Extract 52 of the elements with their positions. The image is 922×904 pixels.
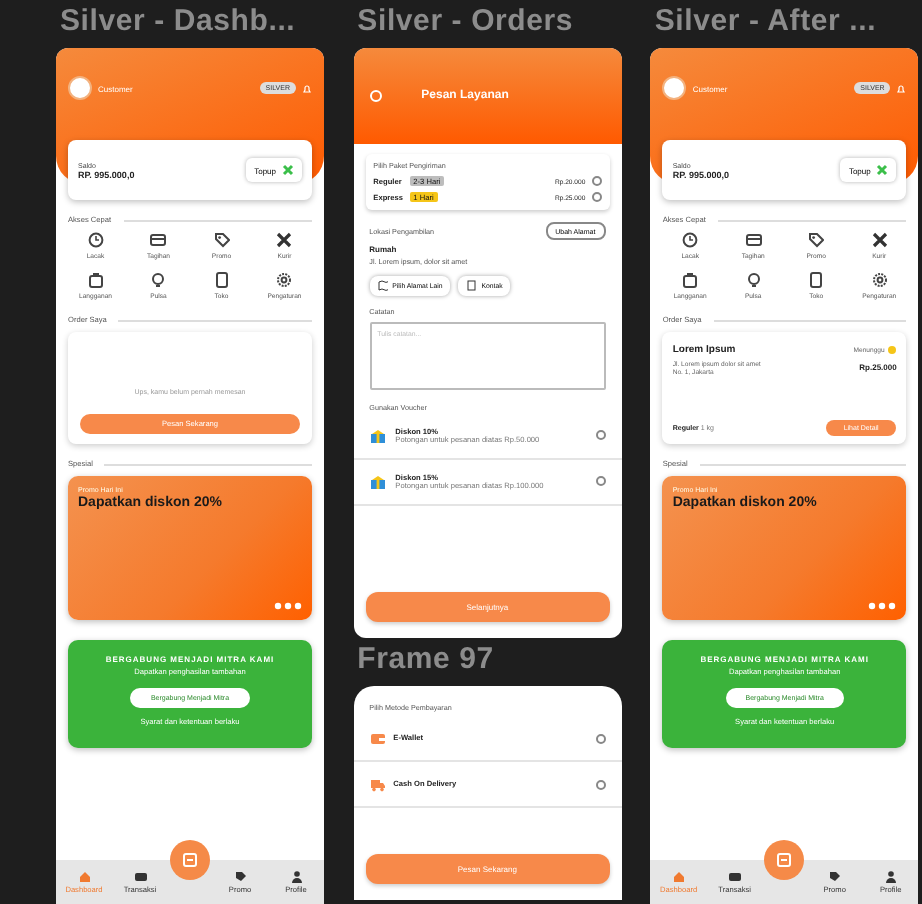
carousel-dots-icon (868, 602, 897, 610)
avatar-icon (662, 76, 687, 100)
cross-icon (276, 232, 293, 248)
carousel-dots-icon (274, 602, 302, 610)
radio-button[interactable] (595, 476, 606, 486)
radio-button[interactable] (591, 176, 602, 186)
phone-icon (808, 272, 825, 288)
clock-icon (682, 232, 699, 248)
tag-icon (233, 870, 247, 884)
card-icon (745, 232, 762, 248)
clock-icon (87, 232, 104, 248)
wallet-icon (727, 870, 742, 884)
gift-icon (369, 473, 386, 489)
bulb-icon (150, 272, 167, 288)
tag-icon (213, 232, 230, 248)
home-icon (77, 870, 91, 884)
person-icon (289, 870, 303, 884)
avatar-icon (68, 76, 92, 100)
wallet-icon (369, 731, 386, 745)
radio-button[interactable] (591, 192, 602, 202)
bell-icon (302, 83, 312, 93)
scan-icon (776, 852, 793, 868)
home-icon (671, 870, 686, 884)
radio-button[interactable] (595, 779, 606, 789)
bag-icon (87, 272, 104, 288)
bulb-icon (745, 272, 762, 288)
wallet-icon (133, 870, 147, 884)
bag-icon (682, 272, 699, 288)
frame-title: Frame 97 (355, 640, 496, 680)
scan-button[interactable] (764, 840, 805, 880)
scan-button[interactable] (170, 840, 210, 880)
gift-icon (369, 427, 386, 443)
card-icon (150, 232, 167, 248)
radio-button[interactable] (595, 733, 606, 743)
settings-icon (871, 272, 888, 288)
bell-icon (896, 83, 907, 93)
frame-title: Silver - After ... (652, 2, 879, 42)
back-button[interactable] (369, 90, 382, 102)
radio-button[interactable] (595, 430, 606, 440)
cross-icon (282, 164, 294, 176)
frame-title: Silver - Dashb... (58, 2, 298, 42)
cross-icon (876, 164, 889, 176)
truck-icon (369, 777, 386, 791)
scan-icon (182, 852, 198, 868)
cross-icon (871, 232, 888, 248)
tag-icon (827, 870, 842, 884)
frame-title: Silver - Orders (355, 2, 576, 42)
settings-icon (276, 272, 293, 288)
tag-icon (808, 232, 825, 248)
phone-icon (213, 272, 230, 288)
note-icon (466, 280, 478, 291)
person-icon (883, 870, 898, 884)
